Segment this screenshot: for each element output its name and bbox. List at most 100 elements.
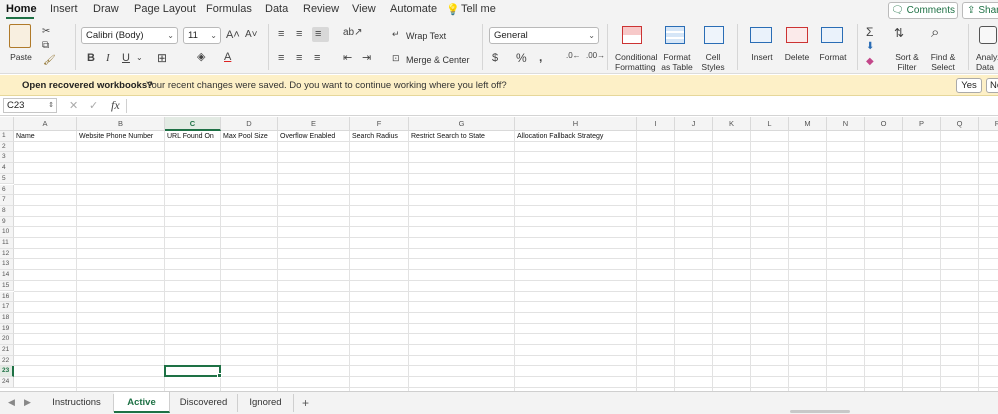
sheet-tab-active[interactable]: Active bbox=[114, 392, 170, 413]
row-header-11[interactable]: 11 bbox=[0, 238, 14, 249]
paste-icon[interactable] bbox=[9, 24, 31, 48]
currency-icon[interactable]: $ bbox=[492, 53, 498, 64]
tab-insert[interactable]: Insert bbox=[50, 3, 78, 15]
column-header-l[interactable]: L bbox=[751, 117, 789, 131]
align-right-icon[interactable]: ≡ bbox=[314, 53, 320, 64]
row-header-22[interactable]: 22 bbox=[0, 355, 14, 367]
tab-formulas[interactable]: Formulas bbox=[206, 3, 252, 15]
percent-icon[interactable]: % bbox=[516, 52, 527, 64]
row-header-7[interactable]: 7 bbox=[0, 195, 14, 206]
align-center-icon[interactable]: ≡ bbox=[296, 53, 302, 64]
tab-automate[interactable]: Automate bbox=[390, 3, 437, 15]
decrease-decimal-icon[interactable]: .00→ bbox=[586, 52, 605, 60]
cell-styles-label[interactable]: Cell Styles bbox=[700, 52, 726, 72]
row-header-15[interactable]: 15 bbox=[0, 280, 14, 292]
enter-check-icon[interactable]: ✓ bbox=[89, 99, 98, 112]
select-all-corner[interactable] bbox=[0, 117, 14, 131]
share-button[interactable]: ⇪ Share bbox=[962, 2, 998, 19]
column-header-c[interactable]: C bbox=[165, 117, 221, 131]
header-cell-b1[interactable]: Website Phone Number bbox=[77, 132, 165, 142]
orientation-icon[interactable]: ab↗ bbox=[343, 28, 363, 38]
yes-button[interactable]: Yes bbox=[956, 78, 982, 93]
spreadsheet-grid[interactable]: A B C D E F G H I J K L M N O P Q R 1 2 3 4 5 6 7 8 9 10 11 12 13 14 15 1… bbox=[0, 117, 998, 391]
format-cells-icon[interactable] bbox=[821, 27, 843, 43]
header-cell-f1[interactable]: Search Radius bbox=[350, 132, 409, 142]
decrease-indent-icon[interactable]: ⇤ bbox=[343, 53, 352, 64]
align-top-icon[interactable]: ≡ bbox=[278, 29, 284, 40]
font-size-select[interactable]: 11 ⌄ bbox=[183, 27, 221, 44]
borders-icon[interactable]: ⊞ bbox=[157, 52, 167, 64]
column-header-m[interactable]: M bbox=[789, 117, 827, 131]
sort-filter-icon[interactable]: ⇅ bbox=[894, 27, 904, 39]
column-header-k[interactable]: K bbox=[713, 117, 751, 131]
previous-sheet-icon[interactable]: ◀ bbox=[8, 397, 15, 408]
cut-icon[interactable]: ✂ bbox=[42, 27, 50, 37]
fill-icon[interactable]: ⬇ bbox=[866, 42, 874, 52]
row-header-21[interactable]: 21 bbox=[0, 345, 14, 356]
fill-handle[interactable] bbox=[217, 373, 222, 379]
decrease-font-size-icon[interactable]: A˅ bbox=[245, 30, 258, 40]
column-header-b[interactable]: B bbox=[77, 117, 165, 131]
header-cell-h1[interactable]: Allocation Fallback Strategy bbox=[515, 132, 637, 142]
cancel-icon[interactable]: ✕ bbox=[69, 99, 78, 112]
format-cells-label[interactable]: Format bbox=[818, 52, 848, 62]
insert-function-icon[interactable]: fx bbox=[111, 98, 120, 113]
italic-icon[interactable]: I bbox=[106, 53, 110, 64]
row-header-3[interactable]: 3 bbox=[0, 152, 14, 164]
fill-color-icon[interactable]: ◈ bbox=[197, 52, 205, 63]
align-middle-icon[interactable]: ≡ bbox=[296, 29, 302, 40]
row-header-1[interactable]: 1 bbox=[0, 131, 14, 142]
column-header-p[interactable]: P bbox=[903, 117, 941, 131]
sort-filter-label[interactable]: Sort & Filter bbox=[893, 52, 921, 72]
comments-button[interactable]: 🗨 Comments bbox=[888, 2, 958, 19]
row-header-19[interactable]: 19 bbox=[0, 323, 14, 335]
column-header-o[interactable]: O bbox=[865, 117, 903, 131]
increase-font-size-icon[interactable]: A˄ bbox=[226, 30, 240, 41]
column-header-i[interactable]: I bbox=[637, 117, 675, 131]
header-cell-a1[interactable]: Name bbox=[14, 132, 77, 142]
column-header-g[interactable]: G bbox=[409, 117, 515, 131]
format-as-table-label[interactable]: Format as Table bbox=[660, 52, 694, 72]
row-header-2[interactable]: 2 bbox=[0, 141, 14, 153]
column-header-q[interactable]: Q bbox=[941, 117, 979, 131]
align-bottom-icon[interactable]: ≡ bbox=[312, 27, 329, 42]
column-header-r[interactable]: R bbox=[979, 117, 998, 131]
tab-data[interactable]: Data bbox=[265, 3, 288, 15]
row-header-17[interactable]: 17 bbox=[0, 302, 14, 313]
tab-review[interactable]: Review bbox=[303, 3, 339, 15]
insert-cells-label[interactable]: Insert bbox=[748, 52, 776, 62]
header-cell-e1[interactable]: Overflow Enabled bbox=[278, 132, 350, 142]
row-header-6[interactable]: 6 bbox=[0, 184, 14, 196]
chevron-down-icon[interactable]: ⌄ bbox=[136, 54, 143, 62]
column-header-j[interactable]: J bbox=[675, 117, 713, 131]
row-header-14[interactable]: 14 bbox=[0, 270, 14, 281]
number-format-select[interactable]: General ⌄ bbox=[489, 27, 599, 44]
selected-cell-outline[interactable] bbox=[164, 365, 222, 379]
find-select-label[interactable]: Find & Select bbox=[928, 52, 958, 72]
merge-center-button[interactable]: Merge & Center bbox=[406, 55, 470, 65]
tab-home[interactable]: Home bbox=[6, 3, 37, 15]
increase-decimal-icon[interactable]: .0← bbox=[566, 52, 581, 60]
delete-cells-label[interactable]: Delete bbox=[783, 52, 811, 62]
add-sheet-button[interactable]: + bbox=[302, 396, 309, 410]
tab-draw[interactable]: Draw bbox=[93, 3, 119, 15]
format-as-table-icon[interactable] bbox=[665, 26, 685, 44]
column-header-f[interactable]: F bbox=[350, 117, 409, 131]
row-header-13[interactable]: 13 bbox=[0, 259, 14, 271]
row-header-5[interactable]: 5 bbox=[0, 173, 14, 185]
comma-style-icon[interactable]: , bbox=[539, 51, 542, 63]
next-sheet-icon[interactable]: ▶ bbox=[24, 397, 31, 408]
font-color-icon[interactable]: A bbox=[224, 52, 231, 63]
copy-icon[interactable]: ⧉ bbox=[42, 41, 49, 51]
header-cell-d1[interactable]: Max Pool Size bbox=[221, 132, 278, 142]
bold-icon[interactable]: B bbox=[87, 53, 95, 64]
row-header-23[interactable]: 23 bbox=[0, 366, 14, 378]
column-header-d[interactable]: D bbox=[221, 117, 278, 131]
underline-icon[interactable]: U bbox=[122, 53, 130, 64]
tab-page-layout[interactable]: Page Layout bbox=[134, 3, 196, 15]
no-button[interactable]: No bbox=[986, 78, 998, 93]
row-header-16[interactable]: 16 bbox=[0, 291, 14, 303]
increase-indent-icon[interactable]: ⇥ bbox=[362, 53, 371, 64]
autosum-icon[interactable]: Σ bbox=[866, 26, 873, 38]
column-header-a[interactable]: A bbox=[14, 117, 77, 131]
